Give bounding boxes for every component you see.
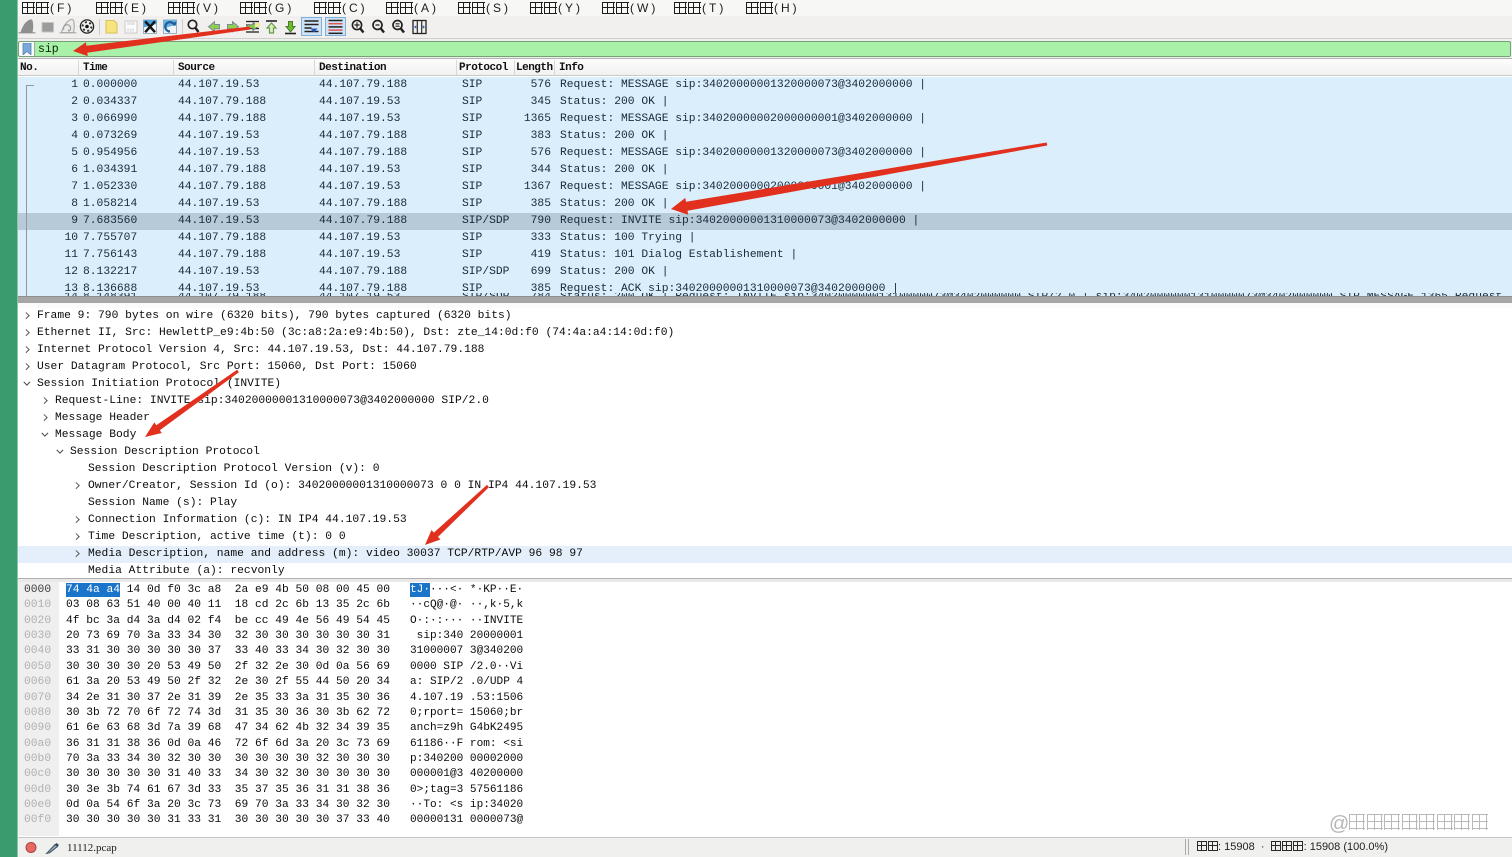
svg-text:010: 010 (127, 28, 135, 33)
